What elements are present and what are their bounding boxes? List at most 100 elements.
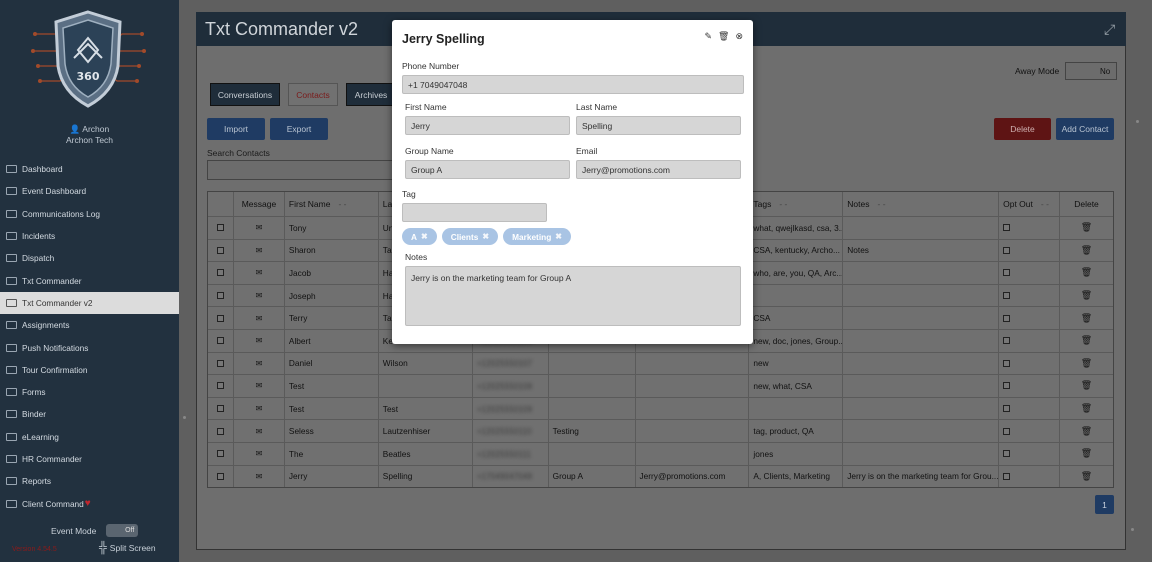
row-checkbox[interactable] <box>216 382 224 390</box>
row-checkbox[interactable] <box>216 472 224 480</box>
page-button-1[interactable]: 1 <box>1095 495 1114 514</box>
tab-archives[interactable]: Archives <box>346 83 396 106</box>
envelope-icon[interactable]: ✉ <box>256 359 263 368</box>
import-button[interactable]: Import <box>207 118 265 140</box>
row-checkbox[interactable] <box>216 246 224 254</box>
header-first-name[interactable]: First Name - - <box>285 192 379 216</box>
sidebar-item-dispatch[interactable]: Dispatch <box>0 247 179 269</box>
trash-icon[interactable]: 🗑 <box>1081 380 1092 391</box>
trash-icon[interactable]: 🗑 <box>718 31 729 42</box>
phone-input[interactable]: +1 7049047048 <box>402 75 744 94</box>
row-checkbox[interactable] <box>216 405 224 413</box>
trash-icon[interactable]: 🗑 <box>1081 403 1092 414</box>
first-name-input[interactable]: Jerry <box>405 116 570 135</box>
sidebar-item-dashboard[interactable]: Dashboard <box>0 158 179 180</box>
envelope-icon[interactable]: ✉ <box>256 223 263 232</box>
header-tags[interactable]: Tags - - <box>749 192 844 216</box>
email-input[interactable]: Jerry@promotions.com <box>576 160 741 179</box>
opt-out-checkbox[interactable] <box>1003 269 1011 277</box>
opt-out-checkbox[interactable] <box>1003 337 1011 345</box>
opt-out-checkbox[interactable] <box>1003 246 1011 254</box>
table-row[interactable]: ✉ The Beatles +12025550111 jones 🗑 <box>208 441 1113 465</box>
opt-out-checkbox[interactable] <box>1003 405 1011 413</box>
row-checkbox[interactable] <box>216 224 224 232</box>
envelope-icon[interactable]: ✉ <box>256 427 263 436</box>
envelope-icon[interactable]: ✉ <box>256 336 263 345</box>
trash-icon[interactable]: 🗑 <box>1081 222 1092 233</box>
tab-contacts[interactable]: Contacts <box>288 83 338 106</box>
header-opt-out[interactable]: Opt Out - - <box>999 192 1061 216</box>
group-name-input[interactable]: Group A <box>405 160 570 179</box>
row-checkbox[interactable] <box>216 427 224 435</box>
trash-icon[interactable]: 🗑 <box>1081 290 1092 301</box>
sidebar-item-binder[interactable]: Binder <box>0 403 179 425</box>
trash-icon[interactable]: 🗑 <box>1081 245 1092 256</box>
sidebar-item-reports[interactable]: Reports <box>0 470 179 492</box>
close-icon[interactable]: ⊗ <box>735 31 743 42</box>
away-mode-toggle[interactable]: No <box>1065 62 1118 80</box>
search-contacts-input[interactable] <box>207 160 397 180</box>
sidebar-item-txt-commander[interactable]: Txt Commander <box>0 269 179 291</box>
trash-icon[interactable]: 🗑 <box>1081 471 1092 482</box>
sidebar-item-elearning[interactable]: eLearning <box>0 426 179 448</box>
sidebar-item-forms[interactable]: Forms <box>0 381 179 403</box>
opt-out-checkbox[interactable] <box>1003 382 1011 390</box>
envelope-icon[interactable]: ✉ <box>256 381 263 390</box>
sidebar-item-communications-log[interactable]: Communications Log <box>0 203 179 225</box>
sidebar-item-tour-confirmation[interactable]: Tour Confirmation <box>0 359 179 381</box>
edit-icon[interactable]: ✎ <box>704 31 712 42</box>
row-checkbox[interactable] <box>216 314 224 322</box>
trash-icon[interactable]: 🗑 <box>1081 267 1092 278</box>
table-row[interactable]: ✉ Test Test +12025550109 🗑 <box>208 396 1113 420</box>
event-mode-toggle[interactable]: Off <box>106 524 139 537</box>
opt-out-checkbox[interactable] <box>1003 292 1011 300</box>
row-checkbox[interactable] <box>216 450 224 458</box>
sidebar-item-assignments[interactable]: Assignments <box>0 314 179 336</box>
opt-out-checkbox[interactable] <box>1003 427 1011 435</box>
remove-tag-icon[interactable]: ✖ <box>482 232 489 241</box>
sidebar-item-incidents[interactable]: Incidents <box>0 225 179 247</box>
row-checkbox[interactable] <box>216 292 224 300</box>
trash-icon[interactable]: 🗑 <box>1081 426 1092 437</box>
add-contact-button[interactable]: Add Contact <box>1056 118 1114 140</box>
envelope-icon[interactable]: ✉ <box>256 404 263 413</box>
table-row[interactable]: ✉ Jerry Spelling +17049047048 Group A Jerry@p… <box>208 464 1113 488</box>
opt-out-checkbox[interactable] <box>1003 450 1011 458</box>
row-checkbox[interactable] <box>216 269 224 277</box>
notes-textarea[interactable]: Jerry is on the marketing team for Group… <box>405 266 741 326</box>
delete-button[interactable]: Delete <box>994 118 1051 140</box>
sidebar-item-event-dashboard[interactable]: Event Dashboard <box>0 180 179 202</box>
opt-out-checkbox[interactable] <box>1003 472 1011 480</box>
sidebar-item-client-command[interactable]: Client Command ♥ <box>0 492 179 514</box>
envelope-icon[interactable]: ✉ <box>256 472 263 481</box>
remove-tag-icon[interactable]: ✖ <box>555 232 562 241</box>
opt-out-checkbox[interactable] <box>1003 359 1011 367</box>
envelope-icon[interactable]: ✉ <box>256 314 263 323</box>
sidebar-item-hr-commander[interactable]: HR Commander <box>0 448 179 470</box>
sidebar-item-push-notifications[interactable]: Push Notifications <box>0 336 179 358</box>
last-name-input[interactable]: Spelling <box>576 116 741 135</box>
tag-input[interactable] <box>402 203 547 222</box>
row-checkbox[interactable] <box>216 359 224 367</box>
remove-tag-icon[interactable]: ✖ <box>421 232 428 241</box>
split-screen-button[interactable]: ╬ Split Screen <box>99 542 156 554</box>
export-button[interactable]: Export <box>270 118 328 140</box>
trash-icon[interactable]: 🗑 <box>1081 313 1092 324</box>
trash-icon[interactable]: 🗑 <box>1081 335 1092 346</box>
envelope-icon[interactable]: ✉ <box>256 449 263 458</box>
envelope-icon[interactable]: ✉ <box>256 268 263 277</box>
opt-out-checkbox[interactable] <box>1003 314 1011 322</box>
envelope-icon[interactable]: ✉ <box>256 246 263 255</box>
table-row[interactable]: ✉ Seless Lautzenhiser +12025550110 Testing ta… <box>208 419 1113 442</box>
header-notes[interactable]: Notes - - <box>843 192 1000 216</box>
expand-icon[interactable]: ⤢ <box>1104 22 1118 36</box>
envelope-icon[interactable]: ✉ <box>256 291 263 300</box>
table-row[interactable]: ✉ Test +12025550108 new, what, CSA 🗑 <box>208 374 1113 397</box>
table-row[interactable]: ✉ Daniel Wilson +12025550107 new 🗑 <box>208 351 1113 375</box>
tab-conversations[interactable]: Conversations <box>210 83 280 106</box>
opt-out-checkbox[interactable] <box>1003 224 1011 232</box>
row-checkbox[interactable] <box>216 337 224 345</box>
trash-icon[interactable]: 🗑 <box>1081 358 1092 369</box>
sidebar-item-txt-commander-v2[interactable]: Txt Commander v2 <box>0 291 179 315</box>
trash-icon[interactable]: 🗑 <box>1081 448 1092 459</box>
